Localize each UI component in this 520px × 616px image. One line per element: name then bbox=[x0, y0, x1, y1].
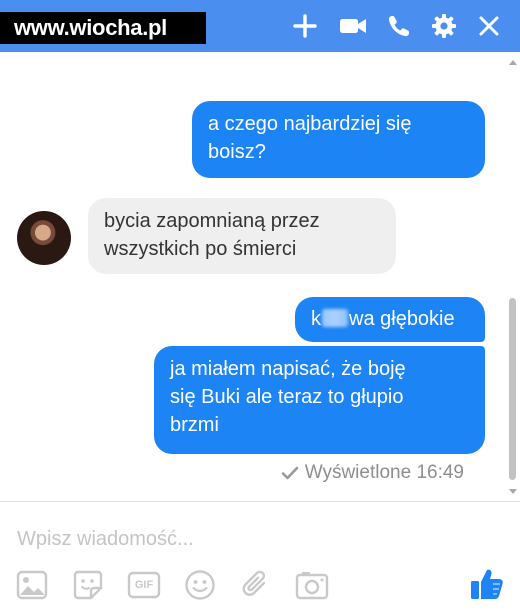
phone-icon[interactable] bbox=[383, 10, 415, 42]
message-bubble-incoming: bycia zapomnianą przez wszystkich po śmi… bbox=[88, 198, 396, 274]
avatar[interactable] bbox=[17, 211, 71, 265]
scroll-up-arrow[interactable] bbox=[509, 60, 517, 65]
message-line: a czego najbardziej się bbox=[208, 113, 412, 135]
message-line: bycia zapomnianą przez bbox=[104, 210, 320, 232]
seen-status: Wyświetlone 16:49 bbox=[281, 462, 464, 484]
plus-icon[interactable] bbox=[289, 10, 321, 42]
checkmark-icon bbox=[281, 466, 298, 480]
seen-status-text: Wyświetlone 16:49 bbox=[304, 462, 464, 483]
watermark-logo: www.wiocha.pl bbox=[0, 12, 206, 44]
gear-icon[interactable] bbox=[428, 10, 460, 42]
gif-label: GIF bbox=[134, 579, 154, 591]
attachment-icon[interactable] bbox=[239, 568, 273, 602]
gif-icon[interactable]: GIF bbox=[127, 568, 161, 602]
message-bubble-outgoing: k wa głębokie bbox=[295, 297, 485, 342]
sticker-icon[interactable] bbox=[71, 568, 105, 602]
video-camera-icon[interactable] bbox=[337, 10, 369, 42]
emoji-icon[interactable] bbox=[183, 568, 217, 602]
like-icon[interactable] bbox=[469, 566, 505, 602]
message-list[interactable]: a czego najbardziej się boisz? bycia zap… bbox=[0, 52, 520, 502]
camera-icon[interactable] bbox=[295, 568, 329, 602]
censor-blur bbox=[322, 309, 348, 327]
message-line: brzmi bbox=[170, 414, 219, 436]
message-line: boisz? bbox=[208, 141, 266, 163]
close-icon[interactable] bbox=[473, 10, 505, 42]
message-text-suffix: wa głębokie bbox=[349, 308, 455, 330]
scrollbar-thumb[interactable] bbox=[509, 298, 516, 480]
scroll-down-arrow[interactable] bbox=[509, 489, 517, 494]
message-text-prefix: k bbox=[311, 308, 321, 330]
message-bubble-outgoing: a czego najbardziej się boisz? bbox=[192, 101, 485, 178]
chat-header: www.wiocha.pl bbox=[0, 0, 520, 52]
message-bubble-outgoing: ja miałem napisać, że boję się Buki ale … bbox=[154, 346, 485, 454]
message-line: się Buki ale teraz to głupio bbox=[170, 386, 404, 408]
message-line: wszystkich po śmierci bbox=[104, 238, 297, 260]
message-input[interactable] bbox=[17, 521, 457, 557]
composer-toolbar: GIF bbox=[0, 562, 520, 606]
message-line: ja miałem napisać, że boję bbox=[170, 358, 406, 380]
scrollbar[interactable] bbox=[507, 58, 517, 496]
image-icon[interactable] bbox=[15, 568, 49, 602]
